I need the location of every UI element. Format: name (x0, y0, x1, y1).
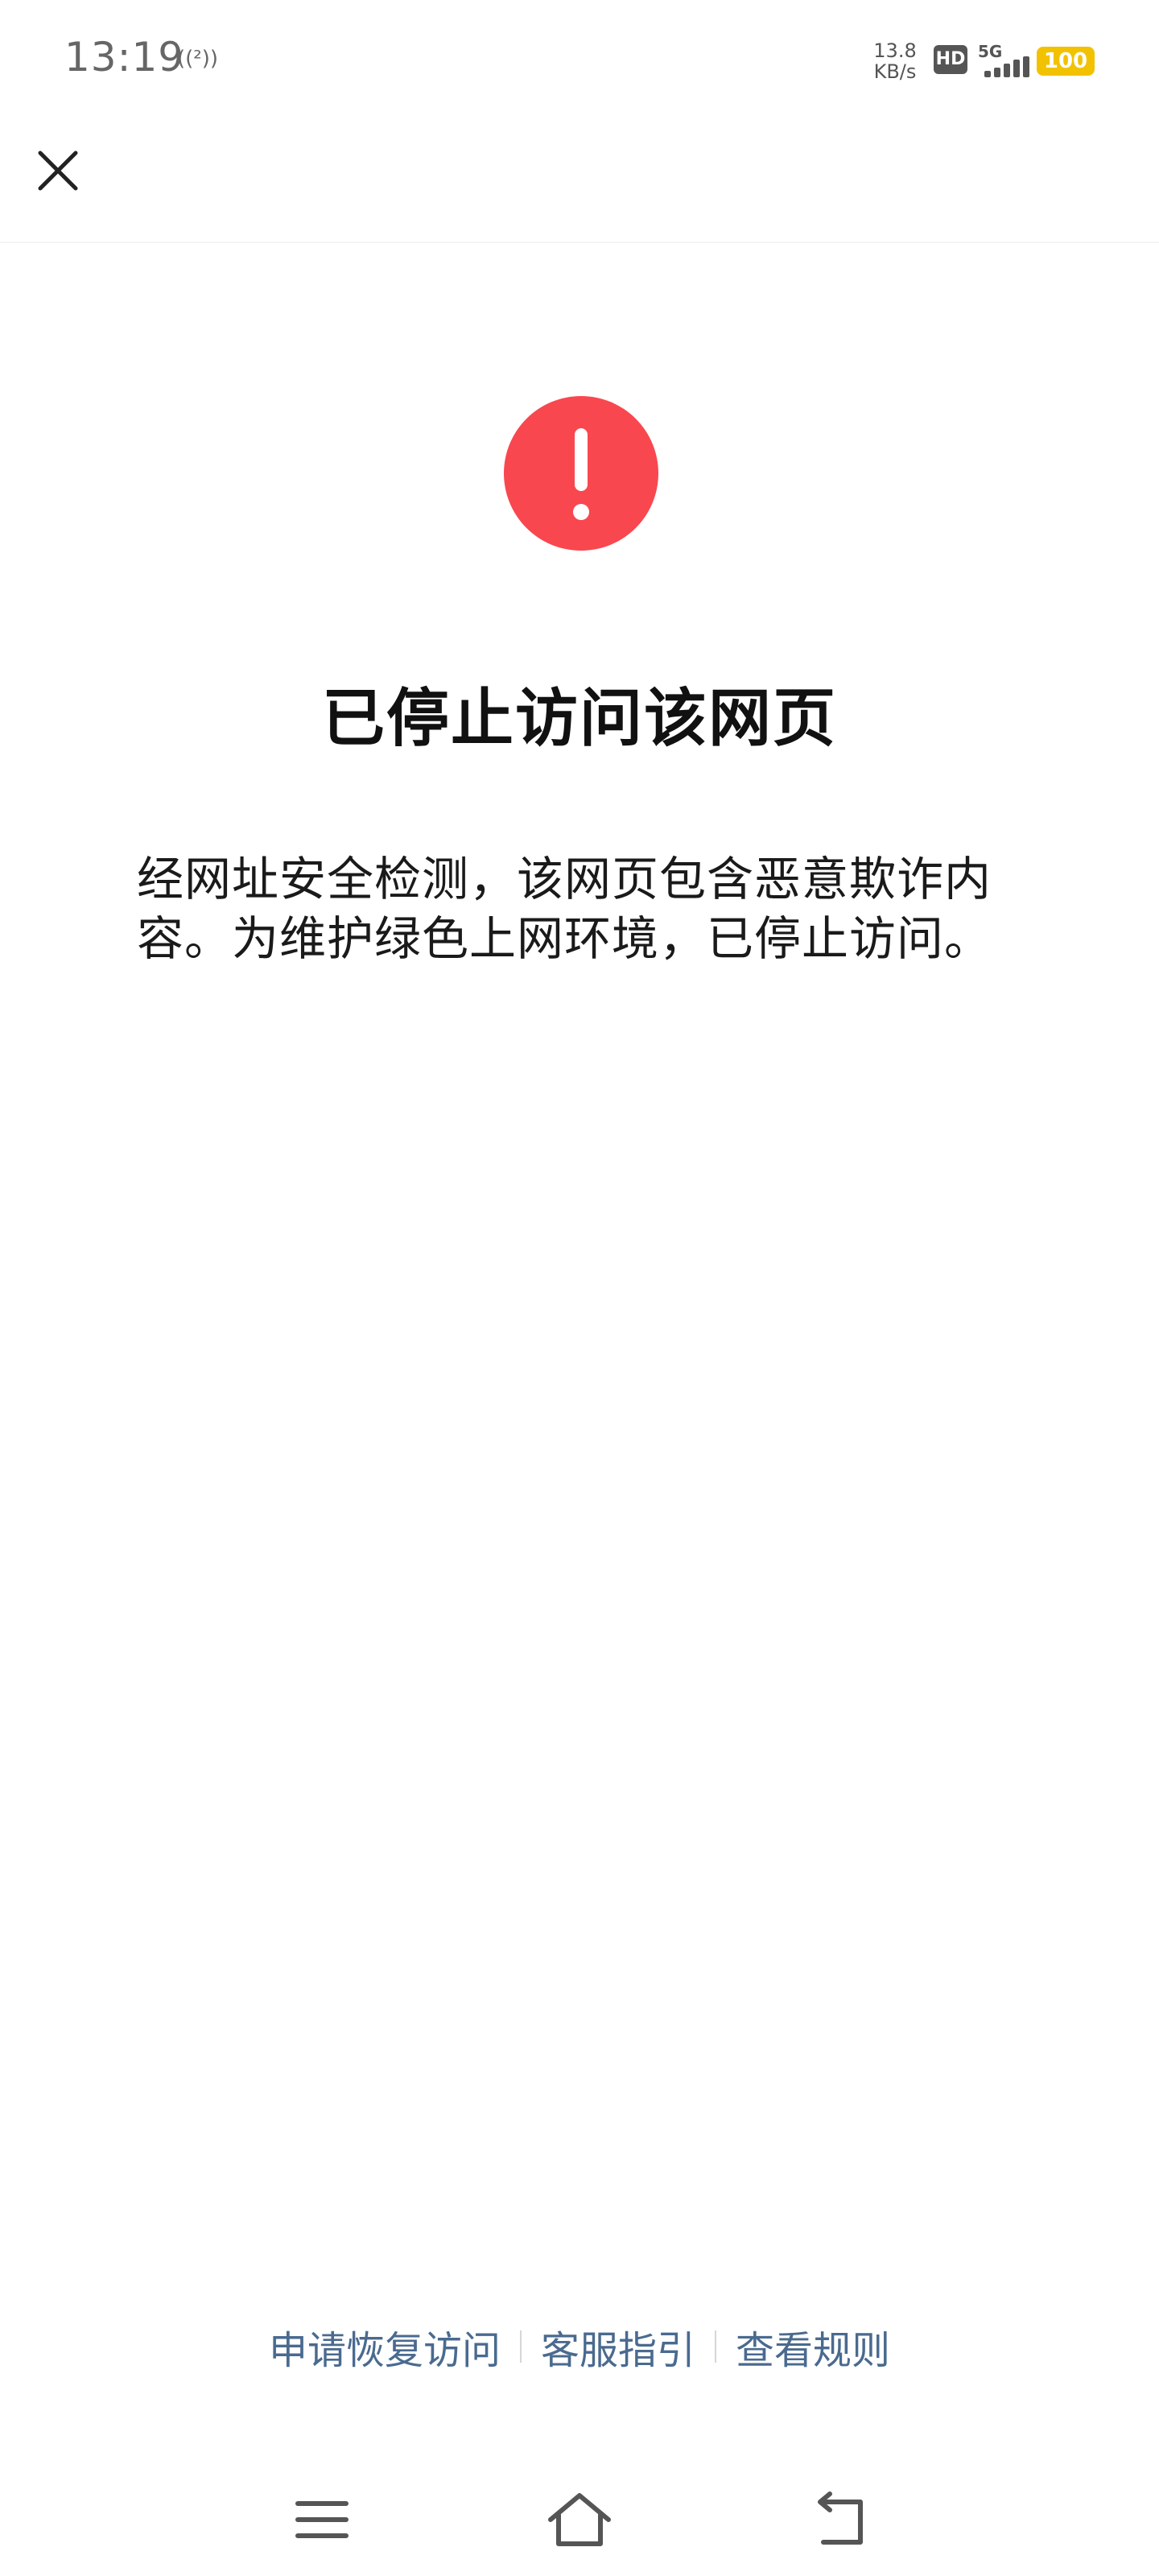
close-icon (38, 151, 78, 191)
status-bar: 13:19 ((²)) 13.8 KB/s HD 5G 100 (0, 0, 1159, 121)
home-button[interactable] (539, 2479, 620, 2560)
battery-icon: 100 (1037, 47, 1095, 76)
header-divider (0, 242, 1159, 243)
network-speed-value: 13.8 (873, 39, 917, 62)
navigation-bar (0, 2463, 1159, 2576)
back-button[interactable] (801, 2479, 881, 2560)
back-icon (818, 2491, 863, 2545)
customer-service-guide-link[interactable]: 客服指引 (522, 2318, 715, 2375)
close-button[interactable] (32, 145, 84, 196)
network-speed-unit: KB/s (873, 60, 917, 83)
signal-icon: 5G (978, 42, 1029, 77)
network-speed: 13.8 KB/s (869, 40, 921, 82)
request-restore-access-link[interactable]: 申请恢复访问 (250, 2318, 520, 2375)
menu-button[interactable] (282, 2479, 362, 2560)
footer-links: 申请恢复访问 客服指引 查看规则 (0, 2314, 1159, 2379)
menu-icon (295, 2501, 349, 2538)
exclamation-icon (504, 396, 658, 551)
page-title: 已停止访问该网页 (321, 683, 837, 755)
signal-bars (984, 56, 1029, 77)
home-icon (548, 2493, 611, 2546)
hd-icon: HD (934, 45, 967, 74)
view-rules-link[interactable]: 查看规则 (716, 2318, 909, 2375)
page-message: 经网址安全检测，该网页包含恶意欺诈内容。为维护绿色上网环境，已停止访问。 (137, 852, 992, 966)
hotspot-icon: ((²)) (177, 47, 218, 71)
status-time: 13:19 (64, 34, 185, 80)
